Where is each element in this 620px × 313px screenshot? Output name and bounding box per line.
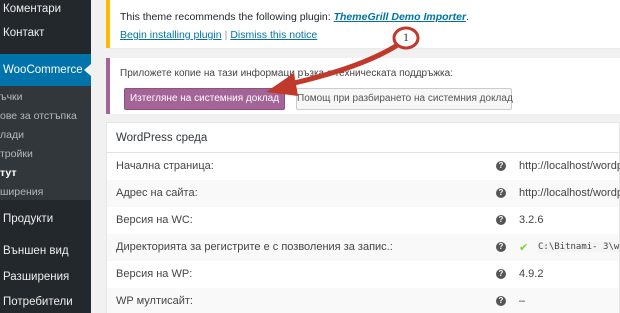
sidebar-subitem-orders[interactable]: ъчки [0,91,91,103]
sidebar-subitem-reports[interactable]: лади [0,129,91,141]
plugin-link[interactable]: ThemeGrill Demo Importer [334,11,466,23]
row-value: C:\Bitnami- 3\w [538,242,620,252]
sidebar-item-plugins[interactable]: Разширения [0,271,91,283]
row-value: 4.9.2 [519,268,544,280]
notice-text-suffix: . [466,11,469,23]
help-icon[interactable]: ? [496,188,506,198]
notice-text-prefix: This theme recommends the following plug… [120,11,334,23]
row-value: – [519,295,526,307]
sidebar-item-contact[interactable]: Контакт [0,27,91,39]
woocommerce-submenu [0,86,91,200]
sidebar-item-comments[interactable]: Коментари [0,3,91,15]
row-label: Версия на WC: [116,214,193,226]
notice-message: This theme recommends the following plug… [120,11,469,23]
plugin-recommendation-notice: This theme recommends the following plug… [106,0,620,48]
table-row: WP мултисайт: ? – [107,288,619,313]
begin-installing-link[interactable]: Begin installing plugin [120,29,222,41]
sidebar-subitem-status[interactable]: тут [0,167,91,179]
download-system-report-button[interactable]: Изтегляне на системния доклад [124,88,285,110]
sidebar-subitem-extensions[interactable]: ширения [0,186,91,198]
table-row: Директорията за регистрите е с позволени… [107,234,620,261]
row-value: http://localhost/wordp [519,187,620,199]
admin-sidebar: Коментари Контакт WooCommerce ъчки ове з… [0,0,91,313]
help-icon[interactable]: ? [496,269,506,279]
row-label: Директорията за регистрите е с позволени… [116,241,393,253]
table-row: Адрес на сайта: ? http://localhost/wordp [107,180,620,207]
sidebar-item-users[interactable]: Потребители [0,296,91,308]
row-label: Версия на WP: [116,268,193,280]
row-label: Начална страница: [116,160,214,172]
sidebar-item-woocommerce[interactable]: WooCommerce [0,54,91,86]
main-content: This theme recommends the following plug… [91,0,620,313]
help-icon[interactable]: ? [496,242,506,252]
row-label: WP мултисайт: [116,295,193,307]
understand-report-help-button[interactable]: Помощ при разбирането на системния докла… [296,88,513,110]
sidebar-item-products[interactable]: Продукти [0,213,91,225]
row-label: Адрес на сайта: [116,187,198,199]
annotation-number: 1 [403,30,409,44]
notice-separator: | [224,29,228,41]
sidebar-subitem-settings[interactable]: тройки [0,148,91,160]
help-icon[interactable]: ? [496,296,506,306]
help-icon[interactable]: ? [496,215,506,225]
row-value: 3.2.6 [519,214,544,226]
row-value: http://localhost/wordp [519,160,620,172]
notice-actions: Begin installing plugin | Dismiss this not… [120,29,317,41]
table-row: Версия на WC: ? 3.2.6 [107,207,619,234]
check-icon: ✔ [519,242,529,254]
help-icon[interactable]: ? [496,161,506,171]
dismiss-notice-link[interactable]: Dismiss this notice [230,29,317,41]
sidebar-subitem-coupons[interactable]: ове за отстъпка [0,110,91,122]
table-title: WordPress среда [107,123,619,153]
table-row: Начална страница: ? http://localhost/wor… [107,153,620,180]
table-row: Версия на WP: ? 4.9.2 [107,261,619,288]
system-report-box: Приложете копие на тази информаци ръзка … [106,58,620,114]
sidebar-item-appearance[interactable]: Външен вид [0,245,91,257]
support-instructions: Приложете копие на тази информаци ръзка … [120,68,453,79]
wordpress-environment-table: WordPress среда Начална страница: ? http… [106,122,620,313]
